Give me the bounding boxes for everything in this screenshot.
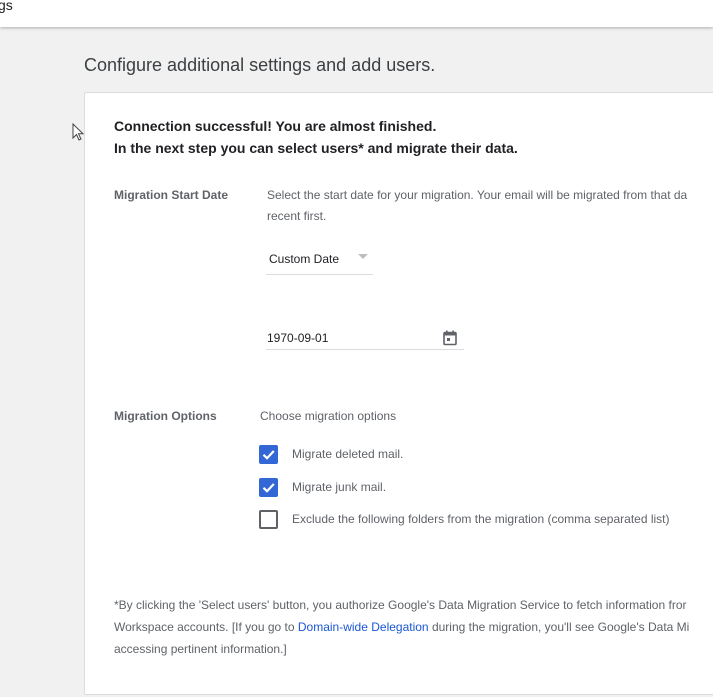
checkbox-checked[interactable] [259, 478, 278, 497]
footnote-text: Workspace accounts. [If you go to [114, 620, 298, 634]
checkmark-icon [262, 450, 275, 460]
start-date-input[interactable]: 1970-09-01 [266, 325, 464, 350]
option-label: Migrate deleted mail. [292, 447, 404, 461]
mouse-pointer-icon [72, 123, 85, 141]
migration-options-label: Migration Options [114, 409, 217, 423]
footnote-text: during the migration, you'll see Google'… [428, 620, 690, 634]
dropdown-selected-value: Custom Date [269, 252, 340, 266]
checkbox-unchecked[interactable] [259, 510, 278, 529]
checkbox-checked[interactable] [259, 445, 278, 464]
migration-options-description: Choose migration options [260, 409, 397, 423]
option-label: Exclude the following folders from the m… [292, 512, 670, 526]
start-date-description-line: recent first. [267, 209, 327, 223]
authorization-footnote: *By clicking the 'Select users' button, … [114, 594, 689, 660]
domain-wide-delegation-link[interactable]: Domain-wide Delegation [298, 620, 429, 634]
start-date-value: 1970-09-01 [267, 331, 329, 345]
app-title: gs [0, 0, 13, 13]
footnote-line: Workspace accounts. [If you go to Domain… [114, 616, 689, 638]
option-label: Migrate junk mail. [292, 480, 387, 494]
caret-down-icon [358, 254, 368, 259]
start-date-type-dropdown[interactable]: Custom Date [266, 245, 373, 275]
connection-success-text: Connection successful! You are almost fi… [114, 118, 437, 134]
calendar-icon[interactable] [442, 330, 458, 346]
footnote-line: *By clicking the 'Select users' button, … [114, 598, 687, 612]
checkmark-icon [262, 483, 275, 493]
page-title: Configure additional settings and add us… [84, 55, 436, 75]
next-step-text: In the next step you can select users* a… [114, 140, 518, 156]
connection-message: Connection successful! You are almost fi… [114, 115, 518, 159]
migration-start-date-label: Migration Start Date [114, 188, 229, 202]
start-date-description: Select the start date for your migration… [267, 185, 687, 227]
top-app-bar: gs [0, 0, 713, 27]
footnote-line: accessing pertinent information.] [114, 642, 287, 656]
start-date-description-line: Select the start date for your migration… [267, 188, 688, 202]
